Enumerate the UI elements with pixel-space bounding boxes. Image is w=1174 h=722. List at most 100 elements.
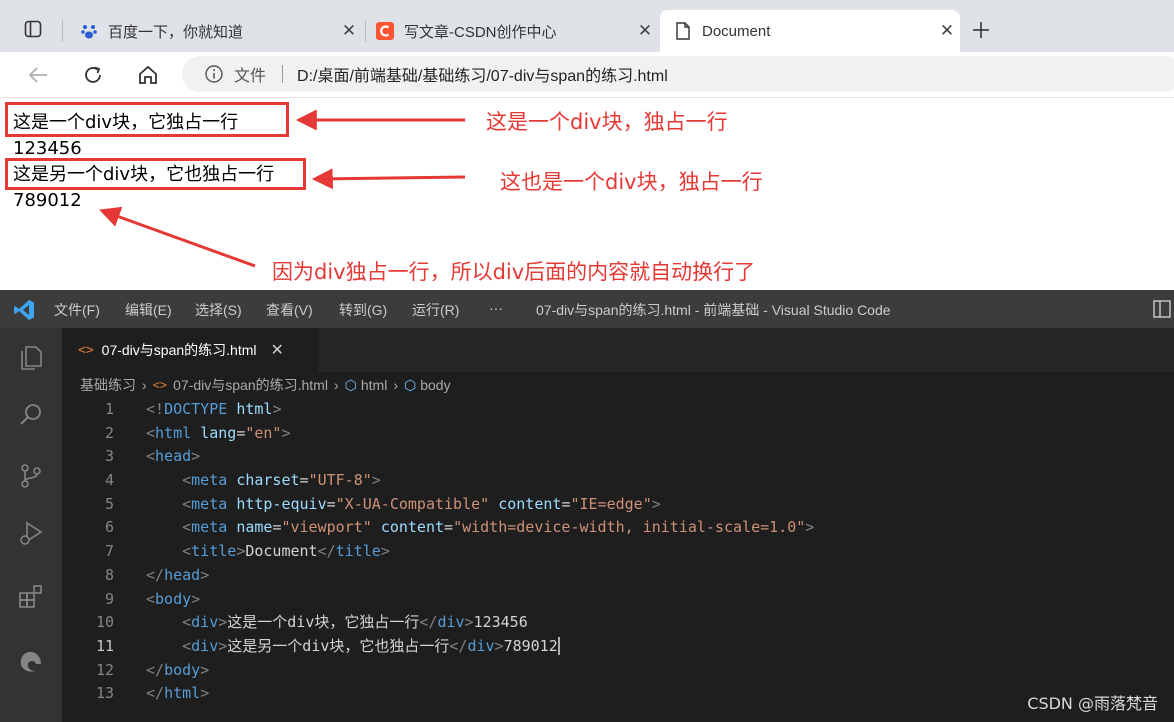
cube-icon: ⬡	[403, 376, 417, 393]
code-text: <meta http-equiv="X-UA-Compatible" conte…	[182, 494, 661, 513]
arrow-2	[311, 168, 466, 190]
document-icon	[674, 22, 692, 40]
tab-csdn[interactable]: 写文章-CSDN创作中心 ✕	[362, 10, 658, 52]
arrow-3	[99, 206, 256, 268]
code-text: <title>Document</title>	[182, 542, 390, 561]
line-number: 3	[104, 447, 114, 466]
browser-toolbar: 文件 D:/桌面/前端基础/基础练习/07-div与span的练习.html	[0, 52, 1174, 98]
text-cursor	[557, 637, 560, 656]
code-line[interactable]: 4 <meta charset="UTF-8">	[62, 469, 1174, 493]
close-icon[interactable]: ✕	[632, 21, 658, 41]
code-text: <div>这是另一个div块，它也独占一行</div>789012	[182, 636, 560, 656]
tab-actions-icon[interactable]	[18, 14, 48, 44]
breadcrumb-html[interactable]: html	[361, 377, 387, 393]
code-line[interactable]: 8 </head>	[62, 564, 1174, 588]
breadcrumb-file[interactable]: 07-div与span的练习.html	[173, 375, 328, 395]
window-title: 07-div与span的练习.html - 前端基础 - Visual Stud…	[536, 302, 891, 318]
line-number: 9	[104, 589, 114, 608]
tab-document[interactable]: Document ✕	[660, 10, 960, 52]
annotation-3: 因为div独占一行，所以div后面的内容就自动换行了	[272, 260, 756, 284]
vscode-titlebar: 文件(F) 编辑(E) 选择(S) 查看(V) 转到(G) 运行(R) ··· …	[0, 290, 1174, 328]
editor-tab[interactable]: <> 07-div与span的练习.html ✕	[62, 328, 318, 372]
vscode-logo-icon	[13, 299, 35, 324]
code-line[interactable]: 12 </body>	[62, 659, 1174, 683]
code-editor[interactable]: 1 <!DOCTYPE html> 2 <html lang="en"> 3 <head>…	[62, 398, 1174, 706]
close-icon[interactable]: ✕	[934, 21, 960, 41]
menu-file[interactable]: 文件(F)	[54, 300, 100, 320]
menu-selection[interactable]: 选择(S)	[195, 300, 242, 320]
menu-more[interactable]: ···	[489, 300, 503, 316]
annotation-2: 这也是一个div块，独占一行	[500, 170, 763, 194]
code-line[interactable]: 7 <title>Document</title>	[62, 540, 1174, 564]
back-icon[interactable]	[23, 60, 53, 90]
close-icon[interactable]: ✕	[270, 340, 283, 360]
code-text: <!DOCTYPE html>	[146, 400, 282, 418]
line-number: 6	[104, 518, 114, 537]
code-line[interactable]: 11 <div>这是另一个div块，它也独占一行</div>789012	[62, 634, 1174, 659]
breadcrumb: 基础练习 › <> 07-div与span的练习.html › ⬡ html ›…	[80, 374, 451, 396]
line-number: 13	[95, 684, 114, 703]
activity-bar	[0, 328, 62, 722]
html-file-icon: <>	[152, 378, 168, 392]
breadcrumb-body[interactable]: body	[420, 377, 450, 393]
explorer-icon[interactable]	[16, 342, 46, 372]
menu-go[interactable]: 转到(G)	[339, 300, 387, 320]
code-line[interactable]: 5 <meta http-equiv="X-UA-Compatible" con…	[62, 493, 1174, 517]
tab-separator	[62, 20, 63, 42]
code-text: <body>	[146, 589, 201, 608]
run-debug-icon[interactable]	[16, 518, 46, 548]
code-line[interactable]: 13 </html>	[62, 682, 1174, 706]
code-line[interactable]: 6 <meta name="viewport" content="width=d…	[62, 516, 1174, 540]
chevron-right-icon: ›	[333, 377, 339, 393]
code-line[interactable]: 2 <html lang="en">	[62, 422, 1174, 446]
search-icon[interactable]	[16, 400, 46, 430]
code-line[interactable]: 1 <!DOCTYPE html>	[62, 398, 1174, 422]
menu-run[interactable]: 运行(R)	[412, 300, 459, 320]
paw-icon	[80, 22, 98, 40]
vscode-window: 文件(F) 编辑(E) 选择(S) 查看(V) 转到(G) 运行(R) ··· …	[0, 290, 1174, 722]
code-text: <meta charset="UTF-8">	[182, 471, 381, 490]
code-line[interactable]: 3 <head>	[62, 445, 1174, 469]
tab-label: 写文章-CSDN创作中心	[404, 23, 557, 41]
address-scheme-label: 文件	[234, 68, 267, 85]
csdn-logo-icon	[376, 22, 394, 40]
home-icon[interactable]	[133, 60, 163, 90]
code-line[interactable]: 9 <body>	[62, 588, 1174, 612]
menu-view[interactable]: 查看(V)	[266, 300, 313, 320]
tab-label: 百度一下，你就知道	[108, 23, 244, 41]
annotation-1: 这是一个div块，独占一行	[486, 110, 728, 134]
info-icon[interactable]	[204, 64, 224, 84]
new-tab-icon[interactable]	[966, 15, 996, 45]
address-url[interactable]: D:/桌面/前端基础/基础练习/07-div与span的练习.html	[297, 62, 668, 86]
tab-baidu[interactable]: 百度一下，你就知道 ✕	[66, 10, 362, 52]
editor-tab-strip: <> 07-div与span的练习.html ✕	[62, 328, 1174, 372]
code-text: <div>这是一个div块，它独占一行</div>123456	[182, 613, 528, 632]
code-text: </body>	[146, 660, 210, 679]
layout-toggle-icon[interactable]	[1153, 300, 1171, 321]
line-number: 5	[104, 494, 114, 513]
extensions-icon[interactable]	[16, 582, 46, 612]
code-text: </head>	[146, 565, 210, 584]
source-control-icon[interactable]	[16, 461, 46, 491]
code-text: <head>	[146, 447, 201, 466]
line-number: 1	[104, 400, 114, 418]
line-number: 4	[104, 471, 114, 490]
refresh-icon[interactable]	[78, 60, 108, 90]
code-line[interactable]: 10 <div>这是一个div块，它独占一行</div>123456	[62, 611, 1174, 635]
editor-tab-label: 07-div与span的练习.html	[101, 342, 257, 358]
close-icon[interactable]: ✕	[336, 21, 362, 41]
menu-edit[interactable]: 编辑(E)	[125, 300, 172, 320]
line-number: 7	[104, 542, 114, 561]
edge-devtools-icon[interactable]	[16, 646, 46, 676]
breadcrumb-folder[interactable]: 基础练习	[80, 375, 136, 395]
cube-icon: ⬡	[344, 376, 357, 393]
line-number: 2	[104, 423, 114, 442]
line-number: 12	[95, 660, 114, 679]
code-text: <html lang="en">	[146, 423, 291, 442]
browser-tab-bar: 百度一下，你就知道 ✕ 写文章-CSDN创作中心 ✕ Document ✕	[0, 0, 1174, 52]
address-divider	[282, 65, 284, 83]
code-text: <meta name="viewport" content="width=dev…	[182, 518, 815, 537]
line-number: 11	[95, 636, 114, 655]
address-bar[interactable]: 文件 D:/桌面/前端基础/基础练习/07-div与span的练习.html	[182, 56, 1174, 92]
line-number: 10	[95, 613, 114, 632]
